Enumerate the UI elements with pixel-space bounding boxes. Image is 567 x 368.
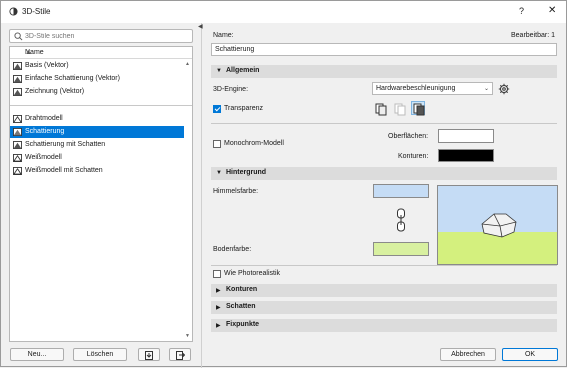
list-item-label: Drahtmodell xyxy=(25,115,63,122)
close-button[interactable]: ✕ xyxy=(548,5,556,16)
section-fixpoints[interactable]: ▶ Fixpunkte xyxy=(211,319,557,332)
expanded-triangle-icon: ▼ xyxy=(216,68,222,74)
cancel-button[interactable]: Abbrechen xyxy=(440,348,496,361)
list-item[interactable]: Zeichnung (Vektor) xyxy=(10,86,184,98)
name-label: Name: xyxy=(213,32,234,39)
wireframe-style-icon xyxy=(13,115,22,123)
sky-color-label: Himmelsfarbe: xyxy=(213,188,259,195)
divider xyxy=(211,123,557,124)
ground-color-label: Bodenfarbe: xyxy=(213,246,252,253)
section-general[interactable]: ▼ Allgemein xyxy=(211,65,557,78)
contours-label: Konturen: xyxy=(398,153,429,160)
monochrome-checkbox[interactable] xyxy=(213,140,221,148)
scroll-down-arrow-icon[interactable]: ▼ xyxy=(185,333,190,339)
export-button[interactable] xyxy=(169,348,191,361)
pane-splitter[interactable] xyxy=(201,23,202,368)
search-icon xyxy=(14,32,23,41)
vector-style-icon xyxy=(13,62,22,70)
style-list: Name ▲ Basis (Vektor) Einfache Schattier… xyxy=(9,46,193,342)
photoreal-label: Wie Photorealistik xyxy=(224,270,281,277)
engine-settings-gear-icon[interactable] xyxy=(498,83,510,95)
list-item-label: Einfache Schattierung (Vektor) xyxy=(25,75,120,82)
monochrome-label: Monochrom-Modell xyxy=(224,140,284,147)
list-item-label: Zeichnung (Vektor) xyxy=(25,88,85,95)
title-bar: 3D-Stile ? ✕ xyxy=(1,1,566,23)
ok-button[interactable]: OK xyxy=(502,348,558,361)
section-background-title: Hintergrund xyxy=(226,169,267,176)
3d-style-icon xyxy=(9,7,18,16)
ground-color-swatch[interactable] xyxy=(373,242,429,256)
list-item-selected[interactable]: Schattierung xyxy=(10,126,184,138)
layered-pages-icon xyxy=(413,103,425,116)
layered-pages-icon xyxy=(394,103,406,116)
surfaces-label: Oberflächen: xyxy=(388,133,429,140)
dialog-window: 3D-Stile ? ✕ Name ▲ Basis (Vektor) Einfa… xyxy=(0,0,567,368)
search-box[interactable] xyxy=(9,29,193,43)
name-field[interactable]: Schattierung xyxy=(211,43,557,56)
section-fixpoints-title: Fixpunkte xyxy=(226,321,260,328)
vector-style-icon xyxy=(13,88,22,96)
layered-pages-icon xyxy=(375,103,387,116)
list-item-label: Basis (Vektor) xyxy=(25,62,69,69)
list-item[interactable]: Basis (Vektor) xyxy=(10,60,184,72)
editable-count: Bearbeitbar: 1 xyxy=(511,32,555,39)
list-item[interactable]: Weißmodell mit Schatten xyxy=(10,165,184,177)
collapsed-triangle-icon: ▶ xyxy=(216,323,221,329)
section-shadows-title: Schatten xyxy=(226,303,256,310)
list-item-label: Schattierung mit Schatten xyxy=(25,141,106,148)
white-model-style-icon xyxy=(13,167,22,175)
list-header[interactable]: Name ▲ xyxy=(10,47,192,59)
transparency-label: Transparenz xyxy=(224,105,264,112)
engine-select-value: Hardwarebeschleunigung xyxy=(376,85,456,92)
background-preview xyxy=(437,185,558,265)
section-general-title: Allgemein xyxy=(226,67,260,74)
section-background[interactable]: ▼ Hintergrund xyxy=(211,167,557,180)
chevron-down-icon: ⌄ xyxy=(483,86,489,92)
list-item[interactable]: Einfache Schattierung (Vektor) xyxy=(10,73,184,85)
expanded-triangle-icon: ▼ xyxy=(216,170,222,176)
transparency-mode-3-button[interactable] xyxy=(411,101,425,116)
section-contours-title: Konturen xyxy=(226,286,258,293)
sky-color-swatch[interactable] xyxy=(373,184,429,198)
section-contours[interactable]: ▶ Konturen xyxy=(211,284,557,297)
list-item-label: Weißmodell mit Schatten xyxy=(25,167,103,174)
scroll-up-arrow-icon[interactable]: ▲ xyxy=(185,61,190,67)
transparency-mode-1-button[interactable] xyxy=(374,102,388,116)
house-model-icon xyxy=(481,213,517,238)
shaded-style-icon xyxy=(13,128,22,136)
sort-arrow-icon: ▲ xyxy=(25,49,32,56)
export-icon xyxy=(176,351,186,360)
search-input[interactable] xyxy=(25,31,185,41)
engine-label: 3D-Engine: xyxy=(213,86,249,93)
section-shadows[interactable]: ▶ Schatten xyxy=(211,301,557,314)
transparency-checkbox[interactable] xyxy=(213,105,221,113)
vector-style-icon xyxy=(13,75,22,83)
divider xyxy=(211,265,557,266)
import-icon xyxy=(145,351,153,360)
window-title: 3D-Stile xyxy=(22,7,51,16)
help-button[interactable]: ? xyxy=(519,6,524,16)
white-model-style-icon xyxy=(13,154,22,162)
list-item-label: Weißmodell xyxy=(25,154,62,161)
shaded-style-icon xyxy=(13,141,22,149)
collapsed-triangle-icon: ▶ xyxy=(216,288,221,294)
new-button[interactable]: Neu... xyxy=(10,348,64,361)
list-item[interactable]: Drahtmodell xyxy=(10,113,184,125)
surfaces-color-swatch[interactable] xyxy=(438,129,494,143)
list-divider xyxy=(10,105,192,106)
list-item[interactable]: Weißmodell xyxy=(10,152,184,164)
engine-select[interactable]: Hardwarebeschleunigung ⌄ xyxy=(372,82,493,95)
contours-color-swatch[interactable] xyxy=(438,149,494,162)
collapsed-triangle-icon: ▶ xyxy=(216,305,221,311)
photoreal-checkbox[interactable] xyxy=(213,270,221,278)
list-item-label: Schattierung xyxy=(25,128,65,135)
list-item[interactable]: Schattierung mit Schatten xyxy=(10,139,184,151)
collapse-pane-icon[interactable]: ◀ xyxy=(198,23,203,30)
link-chain-icon[interactable] xyxy=(396,208,406,232)
name-field-value: Schattierung xyxy=(215,46,255,53)
delete-button[interactable]: Löschen xyxy=(73,348,127,361)
import-button[interactable] xyxy=(138,348,160,361)
transparency-mode-2-button[interactable] xyxy=(393,102,407,116)
